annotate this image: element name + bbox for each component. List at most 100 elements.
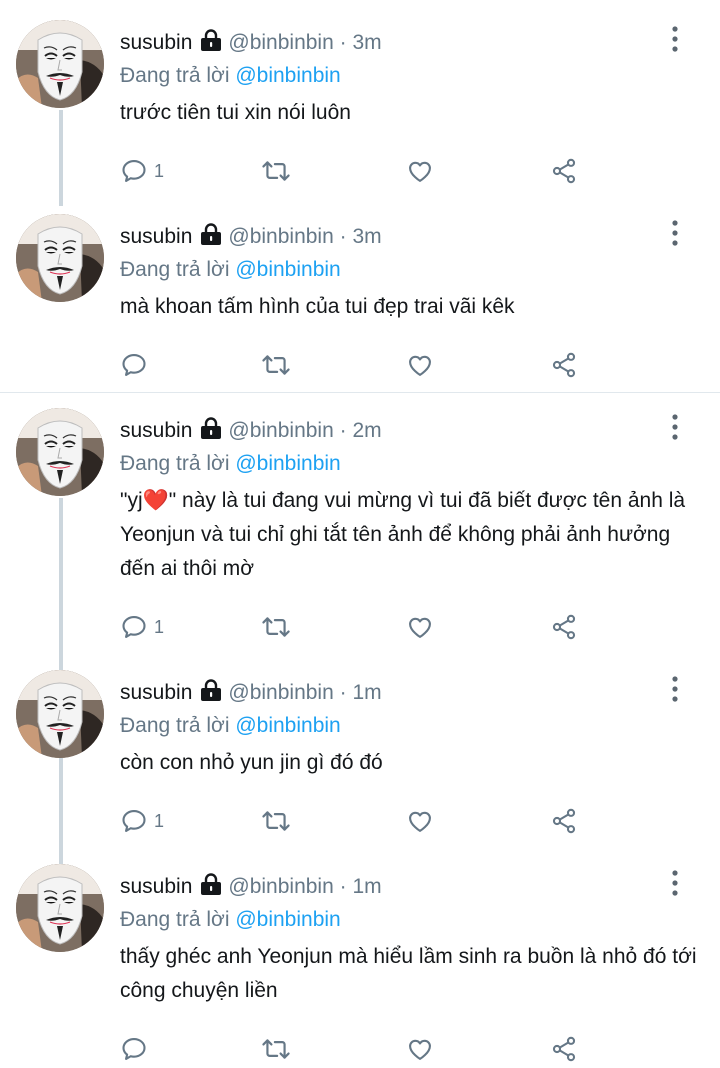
- reply-count: 1: [154, 810, 165, 831]
- separator-dot: ·: [339, 419, 347, 442]
- reply-button[interactable]: 1: [120, 610, 164, 644]
- display-name[interactable]: susubin: [120, 31, 192, 54]
- display-name[interactable]: susubin: [120, 225, 192, 248]
- tweet[interactable]: susubin @binbinbin · 3m Đang trả lời @bin…: [0, 194, 720, 392]
- user-handle[interactable]: @binbinbin: [228, 681, 333, 704]
- retweet-icon: [260, 807, 292, 835]
- reply-handle-link[interactable]: @binbinbin: [235, 714, 340, 737]
- replying-to: Đang trả lời @binbinbin: [120, 450, 341, 478]
- retweet-icon: [260, 613, 292, 641]
- share-icon: [550, 613, 578, 641]
- share-button[interactable]: [550, 1032, 578, 1066]
- reply-button[interactable]: 1: [120, 804, 164, 838]
- action-bar: 1: [120, 154, 600, 188]
- share-icon: [550, 157, 578, 185]
- heart-icon: [406, 1035, 434, 1063]
- separator-dot: ·: [339, 225, 347, 248]
- avatar[interactable]: [16, 214, 104, 302]
- lock-icon: [198, 416, 224, 448]
- like-button[interactable]: [406, 804, 434, 838]
- user-handle[interactable]: @binbinbin: [228, 875, 333, 898]
- share-button[interactable]: [550, 154, 578, 188]
- user-handle[interactable]: @binbinbin: [228, 225, 333, 248]
- reply-handle-link[interactable]: @binbinbin: [235, 258, 340, 281]
- replying-to-label: Đang trả lời: [120, 258, 230, 281]
- reply-button[interactable]: [120, 348, 154, 382]
- display-name[interactable]: susubin: [120, 875, 192, 898]
- tweet[interactable]: susubin @binbinbin · 1m Đang trả lời @bin…: [0, 650, 720, 844]
- reply-button[interactable]: 1: [120, 154, 164, 188]
- reply-handle-link[interactable]: @binbinbin: [235, 908, 340, 931]
- avatar[interactable]: [16, 864, 104, 952]
- like-button[interactable]: [406, 610, 434, 644]
- replying-to: Đang trả lời @binbinbin: [120, 256, 341, 284]
- reply-button[interactable]: [120, 1032, 154, 1066]
- tweet-header: susubin @binbinbin · 2m: [120, 416, 382, 448]
- lock-icon: [198, 28, 224, 60]
- more-vertical-icon[interactable]: [664, 412, 686, 442]
- more-vertical-icon[interactable]: [664, 868, 686, 898]
- retweet-button[interactable]: [260, 154, 292, 188]
- like-button[interactable]: [406, 348, 434, 382]
- more-vertical-icon[interactable]: [664, 24, 686, 54]
- retweet-button[interactable]: [260, 610, 292, 644]
- more-vertical-icon[interactable]: [664, 674, 686, 704]
- retweet-button[interactable]: [260, 348, 292, 382]
- timestamp[interactable]: 2m: [352, 419, 381, 442]
- replying-to-label: Đang trả lời: [120, 714, 230, 737]
- retweet-icon: [260, 1035, 292, 1063]
- share-button[interactable]: [550, 610, 578, 644]
- retweet-icon: [260, 351, 292, 379]
- tweet-text: thấy ghéc anh Yeonjun mà hiểu lầm sinh r…: [120, 945, 697, 1002]
- action-bar: 1: [120, 804, 600, 838]
- share-icon: [550, 807, 578, 835]
- action-bar: 1: [120, 610, 600, 644]
- reply-icon: [120, 807, 148, 835]
- replying-to-label: Đang trả lời: [120, 452, 230, 475]
- replying-to: Đang trả lời @binbinbin: [120, 906, 341, 934]
- more-vertical-icon[interactable]: [664, 218, 686, 248]
- timestamp[interactable]: 1m: [352, 875, 381, 898]
- user-handle[interactable]: @binbinbin: [228, 31, 333, 54]
- user-handle[interactable]: @binbinbin: [228, 419, 333, 442]
- replying-to: Đang trả lời @binbinbin: [120, 62, 341, 90]
- reply-count: 1: [154, 616, 165, 637]
- timestamp[interactable]: 1m: [352, 681, 381, 704]
- replying-to-label: Đang trả lời: [120, 64, 230, 87]
- timestamp[interactable]: 3m: [352, 31, 381, 54]
- reply-count: 1: [154, 160, 165, 181]
- reply-handle-link[interactable]: @binbinbin: [235, 452, 340, 475]
- reply-icon: [120, 157, 148, 185]
- heart-icon: [406, 351, 434, 379]
- share-button[interactable]: [550, 348, 578, 382]
- lock-icon: [198, 872, 224, 904]
- retweet-button[interactable]: [260, 1032, 292, 1066]
- timestamp[interactable]: 3m: [352, 225, 381, 248]
- display-name[interactable]: susubin: [120, 419, 192, 442]
- tweet[interactable]: susubin @binbinbin · 3m Đang trả lời @bin…: [0, 0, 720, 194]
- share-icon: [550, 351, 578, 379]
- action-bar: [120, 1032, 600, 1066]
- separator-dot: ·: [339, 31, 347, 54]
- lock-icon: [198, 678, 224, 710]
- tweet[interactable]: susubin @binbinbin · 1m Đang trả lời @bin…: [0, 844, 720, 1068]
- share-icon: [550, 1035, 578, 1063]
- lock-icon: [198, 222, 224, 254]
- heart-icon: [406, 807, 434, 835]
- reply-icon: [120, 351, 148, 379]
- display-name[interactable]: susubin: [120, 681, 192, 704]
- tweet[interactable]: susubin @binbinbin · 2m Đang trả lời @bin…: [0, 388, 720, 652]
- separator-dot: ·: [339, 875, 347, 898]
- reply-handle-link[interactable]: @binbinbin: [235, 64, 340, 87]
- heart-icon: [406, 613, 434, 641]
- like-button[interactable]: [406, 154, 434, 188]
- reply-icon: [120, 1035, 148, 1063]
- share-button[interactable]: [550, 804, 578, 838]
- tweet-header: susubin @binbinbin · 1m: [120, 872, 382, 904]
- like-button[interactable]: [406, 1032, 434, 1066]
- avatar[interactable]: [16, 408, 104, 496]
- avatar[interactable]: [16, 670, 104, 758]
- separator-dot: ·: [339, 681, 347, 704]
- retweet-button[interactable]: [260, 804, 292, 838]
- avatar[interactable]: [16, 20, 104, 108]
